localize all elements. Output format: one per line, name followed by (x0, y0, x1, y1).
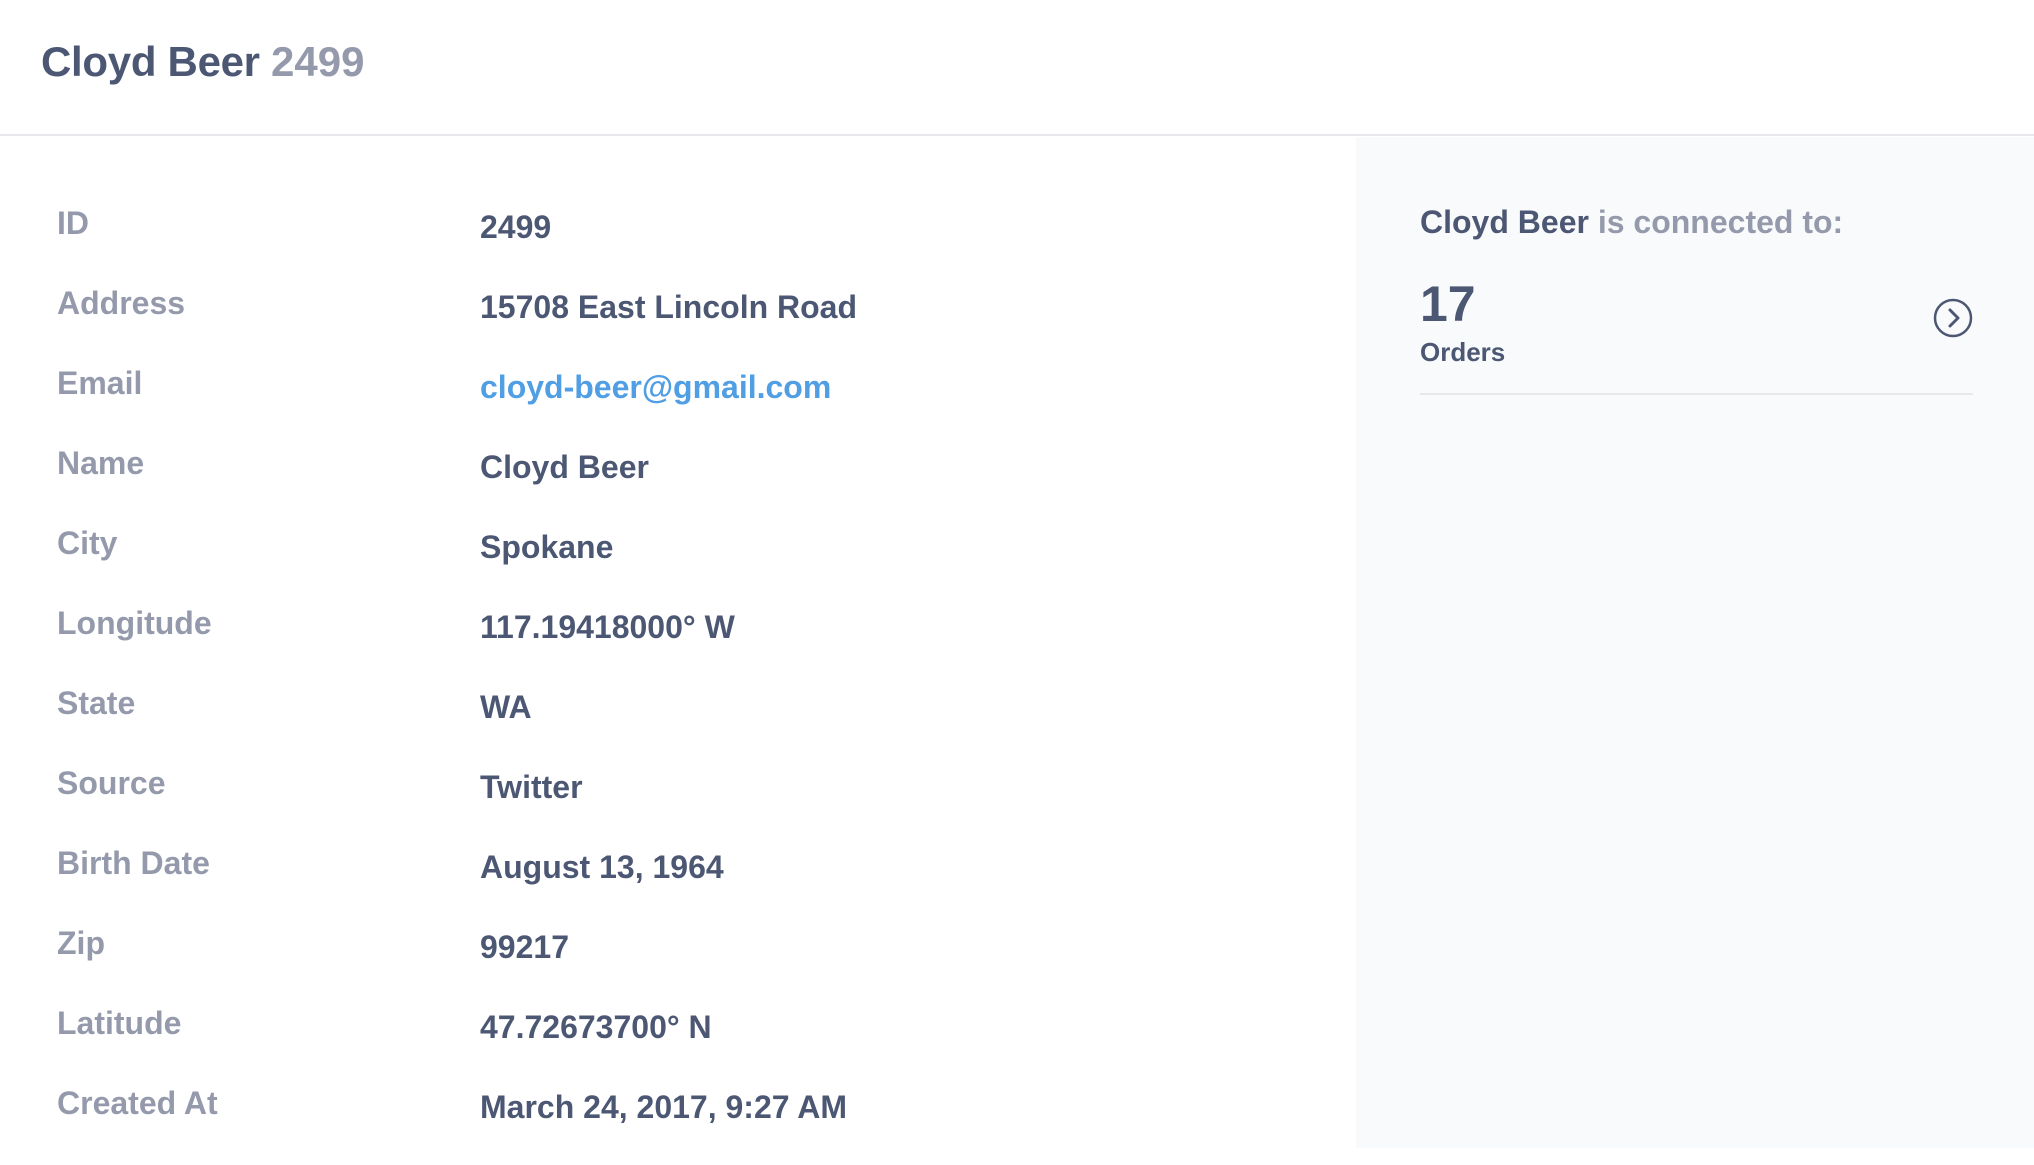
field-row-longitude: Longitude 117.19418000° W (0, 605, 1356, 685)
object-detail-fields: ID 2499 Address 15708 East Lincoln Road … (0, 137, 1356, 1148)
field-row-name: Name Cloyd Beer (0, 445, 1356, 525)
field-value: 47.72673700° N (480, 1009, 712, 1045)
field-label: Longitude (57, 605, 212, 641)
field-value: 15708 East Lincoln Road (480, 289, 858, 325)
field-value: Twitter (480, 769, 583, 805)
relationship-label: Orders (1420, 337, 1506, 367)
field-row-email: Email cloyd-beer@gmail.com (0, 365, 1356, 445)
field-row-created-at: Created At March 24, 2017, 9:27 AM (0, 1085, 1356, 1165)
field-label: City (57, 525, 118, 561)
field-value: WA (480, 689, 532, 725)
field-row-zip: Zip 99217 (0, 925, 1356, 1005)
relationship-orders[interactable]: 17 Orders (1420, 275, 1973, 395)
field-value: Spokane (480, 529, 614, 565)
email-link[interactable]: cloyd-beer@gmail.com (480, 369, 831, 406)
field-label: Birth Date (57, 845, 210, 881)
chevron-right-circle-icon[interactable] (1933, 298, 1973, 338)
relationship-count: 17 (1420, 276, 1476, 332)
field-row-latitude: Latitude 47.72673700° N (0, 1005, 1356, 1085)
field-label: Email (57, 365, 143, 401)
field-value: March 24, 2017, 9:27 AM (480, 1089, 847, 1125)
field-value: 99217 (480, 929, 569, 965)
field-row-city: City Spokane (0, 525, 1356, 605)
relationships-heading-suffix: is connected to: (1597, 204, 1844, 240)
field-value: Cloyd Beer (480, 449, 649, 485)
field-label: Address (57, 285, 186, 321)
relationships-heading: Cloyd Beer is connected to: (1420, 204, 1843, 241)
field-row-birth-date: Birth Date August 13, 1964 (0, 845, 1356, 925)
field-label: Latitude (57, 1005, 182, 1041)
field-value: 2499 (480, 209, 552, 245)
field-label: State (57, 685, 136, 721)
field-row-source: Source Twitter (0, 765, 1356, 845)
relationships-panel: Cloyd Beer is connected to: 17 Orders (1356, 137, 2034, 1148)
field-value: 117.19418000° W (480, 609, 735, 645)
object-title: Cloyd Beer (41, 38, 260, 85)
field-label: Created At (57, 1085, 218, 1121)
field-label: Source (57, 765, 166, 801)
field-label: Name (57, 445, 145, 481)
field-label: Zip (57, 925, 105, 961)
field-row-id: ID 2499 (0, 205, 1356, 285)
object-id: 2499 (271, 38, 365, 85)
object-header: Cloyd Beer 2499 (0, 0, 2034, 136)
field-value: August 13, 1964 (480, 849, 724, 885)
relationships-subject: Cloyd Beer (1420, 204, 1589, 240)
field-row-state: State WA (0, 685, 1356, 765)
field-row-address: Address 15708 East Lincoln Road (0, 285, 1356, 365)
field-label: ID (57, 205, 89, 241)
